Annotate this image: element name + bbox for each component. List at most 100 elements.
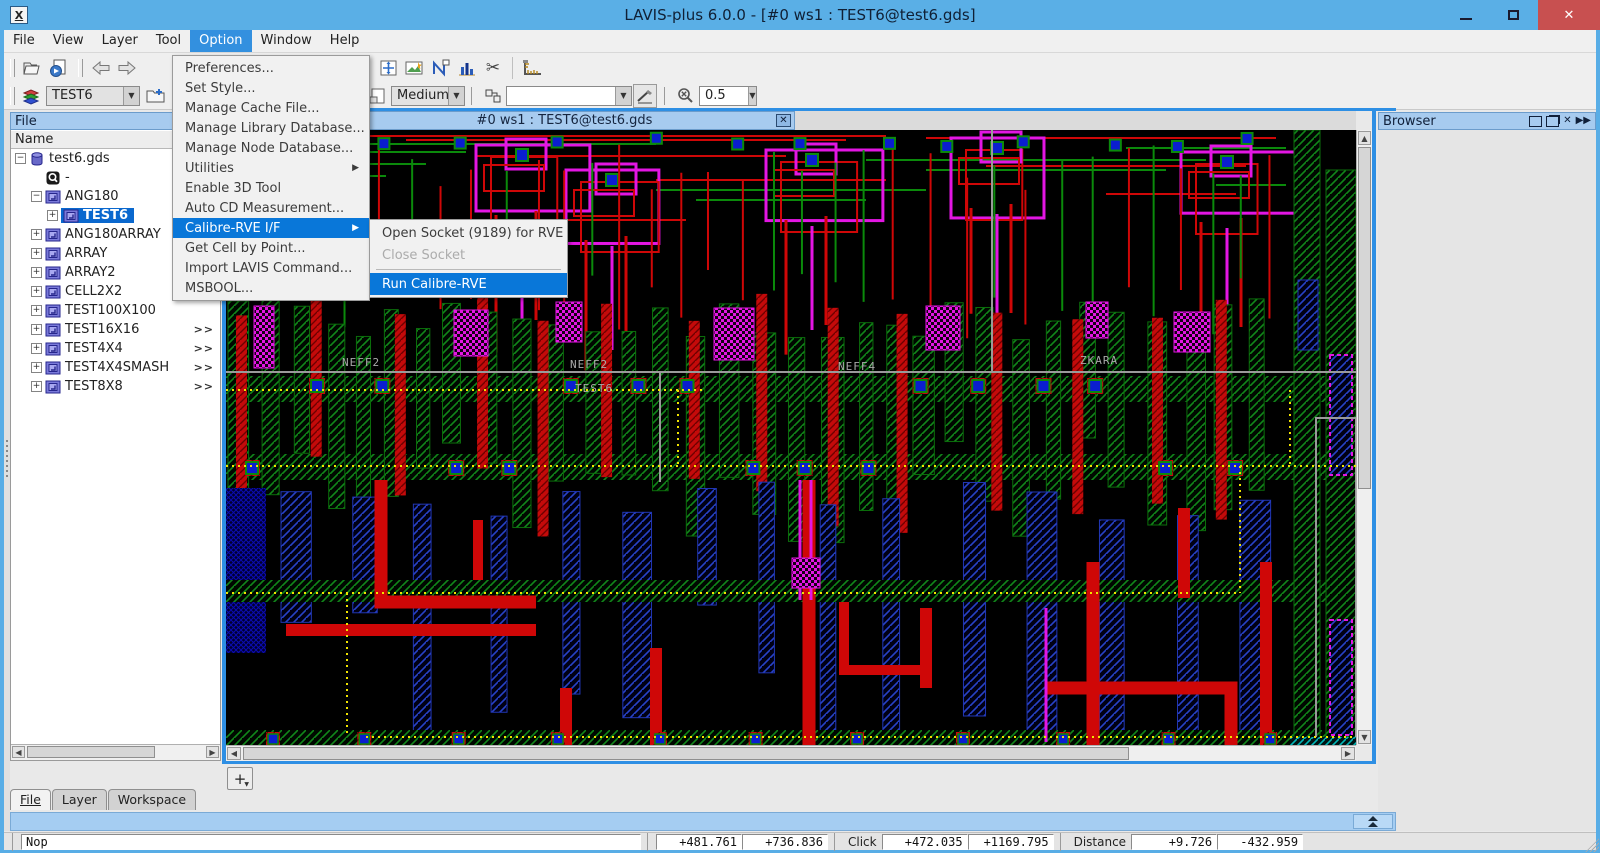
titlebar[interactable]: X LAVIS-plus 6.0.0 - [#0 ws1 : TEST6@tes… (0, 0, 1600, 30)
zoom-reset-button[interactable] (674, 84, 698, 108)
menu-item-manage-node-database[interactable]: Manage Node Database... (173, 138, 369, 158)
collapse-toggle[interactable] (31, 191, 42, 202)
export-run-button[interactable] (47, 56, 71, 80)
expand-toggle[interactable] (47, 210, 58, 221)
add-workspace-button[interactable]: + ▼ (227, 767, 253, 790)
browser-panel-titlebar[interactable]: Browser ✕ ▶▶ (1378, 112, 1596, 130)
vertical-scroll-thumb[interactable] (1358, 147, 1371, 489)
pen-line-icon (637, 89, 652, 103)
file-panel-horizontal-scrollbar[interactable]: ◀ ▶ (11, 744, 220, 760)
panel-collapse-icon[interactable]: ▶▶ (1576, 116, 1591, 126)
menu-layer[interactable]: Layer (93, 30, 147, 52)
statistics-button[interactable] (455, 56, 479, 80)
fit-view-button[interactable] (377, 56, 401, 80)
close-button[interactable]: ✕ (1538, 0, 1600, 30)
menu-file[interactable]: File (4, 30, 44, 52)
detail-level-combo[interactable]: Medium ▼ (391, 85, 465, 106)
expand-toggle[interactable] (31, 381, 42, 392)
menu-item-preferences[interactable]: Preferences... (173, 58, 369, 78)
canvas-cell-label: NEFF2 (342, 356, 380, 369)
menu-item-get-cell-by-point[interactable]: Get Cell by Point... (173, 238, 369, 258)
maximize-button[interactable] (1491, 0, 1536, 30)
tree-row[interactable]: TEST16X16 >> (11, 320, 220, 339)
back-button[interactable] (89, 56, 113, 80)
tab-layer[interactable]: Layer (51, 789, 107, 810)
menu-option[interactable]: Option (190, 30, 252, 52)
combo-arrow-icon[interactable]: ▼ (748, 86, 756, 105)
menu-item-utilities[interactable]: Utilities ▶ (173, 158, 369, 178)
menu-item-open-socket[interactable]: Open Socket (9189) for RVE (370, 222, 567, 244)
canvas-vertical-scrollbar[interactable]: ▲ ▼ (1356, 130, 1372, 745)
cut-button[interactable]: ✂ (481, 56, 505, 80)
menu-tool[interactable]: Tool (147, 30, 190, 52)
layers-button[interactable] (21, 84, 45, 108)
toolbar-grip[interactable] (10, 86, 15, 105)
menu-item-import-lavis-command[interactable]: Import LAVIS Command... (173, 258, 369, 278)
panel-restore-button[interactable] (1546, 115, 1560, 127)
tab-file[interactable]: File (10, 789, 51, 810)
node-trace-button[interactable] (429, 56, 453, 80)
tree-row[interactable]: TEST4X4SMASH >> (11, 358, 220, 377)
menu-item-run-calibre-rve[interactable]: Run Calibre-RVE (370, 273, 567, 295)
menu-item-msbool[interactable]: MSBOOL... (173, 278, 369, 298)
expand-toggle[interactable] (31, 324, 42, 335)
menu-item-enable-3d-tool[interactable]: Enable 3D Tool (173, 178, 369, 198)
menu-help[interactable]: Help (321, 30, 369, 52)
expand-toggle[interactable] (31, 267, 42, 278)
draw-line-button[interactable] (633, 83, 657, 108)
menu-view[interactable]: View (44, 30, 93, 52)
snapshot-button[interactable] (403, 56, 427, 80)
horizontal-scroll-thumb[interactable] (27, 746, 155, 758)
tree-row[interactable]: TEST100X100 (11, 301, 220, 320)
scroll-down-button[interactable]: ▼ (1358, 730, 1371, 744)
scroll-right-button[interactable]: ▶ (1341, 747, 1355, 760)
dock-grip[interactable] (6, 440, 8, 480)
tree-row[interactable]: TEST8X8 >> (11, 377, 220, 396)
panel-maximize-button[interactable] (1529, 115, 1543, 127)
name-search-combo[interactable]: ▼ (506, 85, 632, 106)
menu-window[interactable]: Window (252, 30, 321, 52)
zoom-level-combo[interactable]: 0.5 ▼ (699, 85, 757, 106)
strip-collapse-button[interactable] (1353, 814, 1393, 829)
window-resize-grip[interactable] (1585, 838, 1599, 852)
menu-item-close-socket[interactable]: Close Socket (370, 244, 567, 266)
menu-item-auto-cd-measurement[interactable]: Auto CD Measurement... (173, 198, 369, 218)
combo-arrow-icon[interactable]: ▼ (123, 86, 139, 105)
expand-toggle[interactable] (31, 305, 42, 316)
tree-row[interactable]: TEST4X4 >> (11, 339, 220, 358)
tab-workspace[interactable]: Workspace (107, 789, 197, 810)
horizontal-scroll-thumb[interactable] (243, 747, 1129, 760)
toolbar-grip[interactable] (78, 58, 83, 77)
arrow-right-icon (118, 60, 136, 75)
cell-select-combo[interactable]: TEST6 ▼ (46, 85, 140, 106)
toolbar-grip[interactable] (10, 58, 15, 77)
scroll-up-button[interactable]: ▲ (1358, 131, 1371, 145)
expand-toggle[interactable] (31, 286, 42, 297)
workspace-tab[interactable]: #0 ws1 : TEST6@test6.gds ✕ (352, 111, 795, 130)
folder-open-icon (23, 62, 40, 74)
command-strip[interactable] (10, 812, 1396, 831)
scroll-left-button[interactable]: ◀ (12, 746, 25, 758)
combo-arrow-icon[interactable]: ▼ (448, 86, 464, 105)
menu-item-set-style[interactable]: Set Style... (173, 78, 369, 98)
scroll-left-button[interactable]: ◀ (227, 747, 241, 760)
expand-toggle[interactable] (31, 362, 42, 373)
route-node-button[interactable] (481, 84, 505, 108)
ruler-button[interactable] (520, 56, 544, 80)
collapse-toggle[interactable] (15, 153, 26, 164)
expand-toggle[interactable] (31, 343, 42, 354)
open-file-button[interactable] (21, 56, 45, 80)
menu-item-manage-cache-file[interactable]: Manage Cache File... (173, 98, 369, 118)
panel-close-icon[interactable]: ✕ (1563, 116, 1571, 126)
new-folder-button[interactable] (144, 84, 168, 108)
menu-item-calibre-rve-if[interactable]: Calibre-RVE I/F ▶ (173, 218, 369, 238)
menu-item-manage-library-database[interactable]: Manage Library Database... (173, 118, 369, 138)
canvas-horizontal-scrollbar[interactable]: ◀ ▶ (226, 745, 1356, 761)
forward-button[interactable] (115, 56, 139, 80)
scroll-right-button[interactable]: ▶ (206, 746, 219, 758)
workspace-close-icon[interactable]: ✕ (776, 114, 791, 127)
minimize-button[interactable] (1443, 0, 1488, 30)
combo-arrow-icon[interactable]: ▼ (615, 86, 631, 105)
expand-toggle[interactable] (31, 229, 42, 240)
expand-toggle[interactable] (31, 248, 42, 259)
